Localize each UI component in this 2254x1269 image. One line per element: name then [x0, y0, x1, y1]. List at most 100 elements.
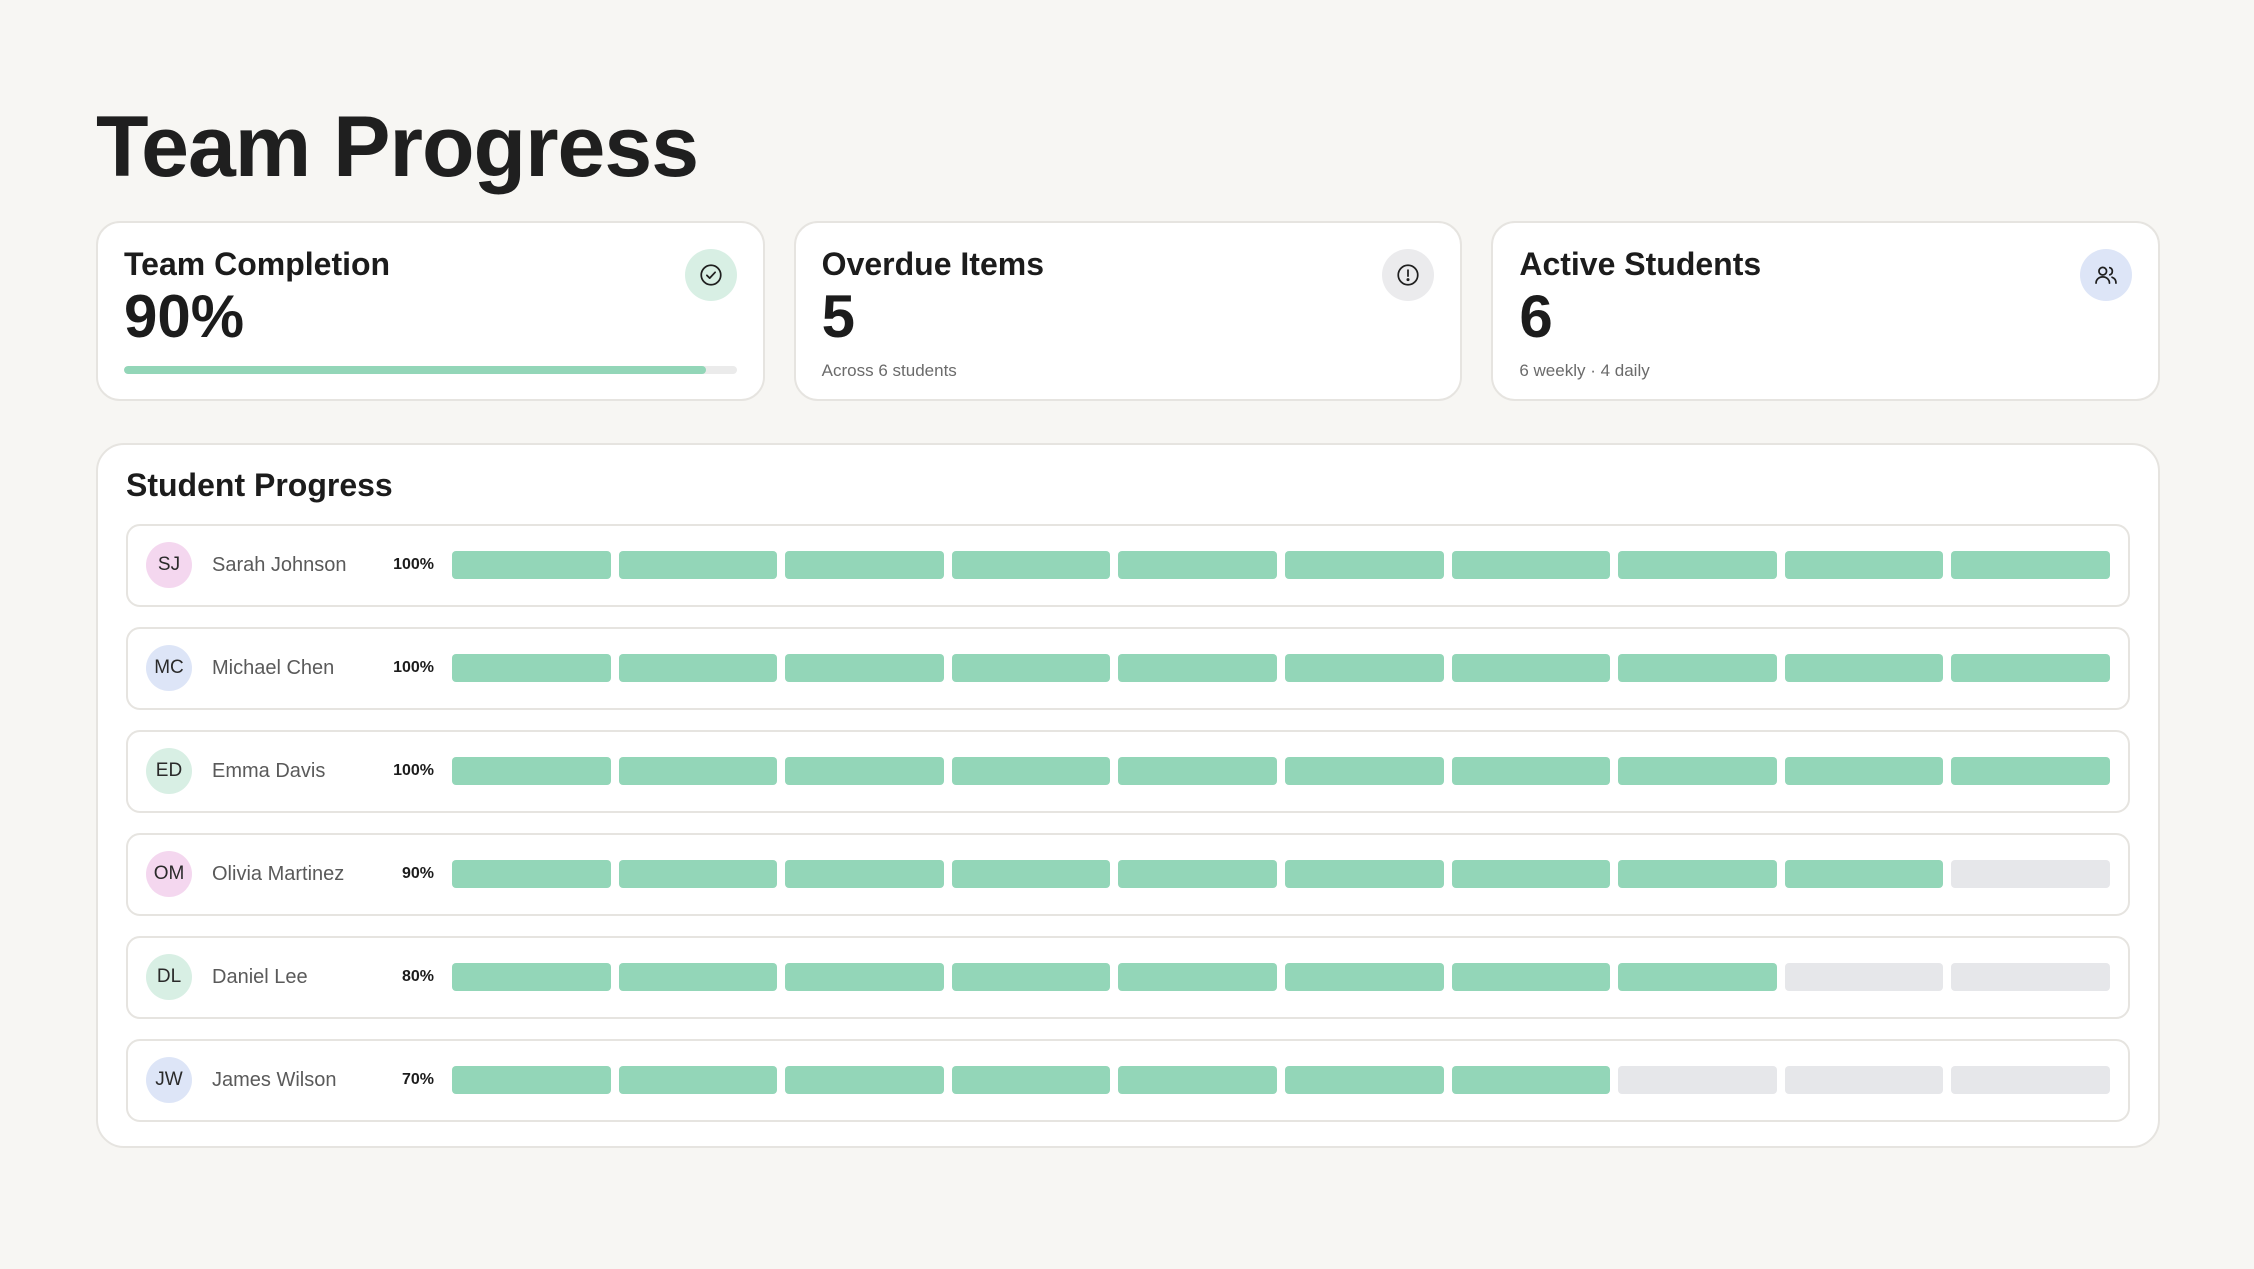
- avatar: OM: [146, 851, 192, 898]
- student-name: James Wilson: [212, 1068, 337, 1091]
- progress-segment-complete: [1284, 963, 1444, 992]
- student-percent: 100%: [393, 556, 434, 574]
- progress-segment-complete: [951, 551, 1111, 580]
- progress-segment-complete: [1618, 654, 1777, 683]
- student-row[interactable]: JW James Wilson 70%: [126, 1038, 2130, 1122]
- progress-segment-complete: [785, 757, 944, 786]
- progress-segment-complete: [1118, 551, 1277, 580]
- avatar: DL: [146, 954, 192, 1001]
- progress-segment-complete: [1118, 963, 1277, 992]
- active-students-value: 6: [1519, 283, 1553, 351]
- progress-segment-complete: [1784, 654, 1944, 683]
- student-row[interactable]: MC Michael Chen 100%: [126, 626, 2130, 710]
- progress-segment-pending: [1951, 860, 2110, 889]
- progress-segment-complete: [785, 1066, 944, 1095]
- active-students-card: Active Students 6 6 weekly · 4 daily: [1491, 221, 2161, 401]
- progress-segment-complete: [618, 963, 778, 992]
- student-percent: 70%: [401, 1071, 434, 1089]
- progress-segments: [452, 757, 2110, 786]
- progress-segment-complete: [618, 1066, 778, 1095]
- progress-segment-complete: [785, 654, 944, 683]
- progress-segment-complete: [1451, 860, 1611, 889]
- student-percent: 100%: [393, 762, 434, 780]
- progress-segment-complete: [1951, 551, 2110, 580]
- student-progress-title: Student Progress: [126, 467, 393, 503]
- progress-segment-complete: [1618, 757, 1777, 786]
- progress-segment-complete: [452, 860, 611, 889]
- progress-segment-complete: [1284, 551, 1444, 580]
- student-row[interactable]: SJ Sarah Johnson 100%: [126, 523, 2130, 607]
- progress-segment-complete: [1618, 963, 1777, 992]
- progress-segment-complete: [785, 963, 944, 992]
- progress-segment-complete: [1284, 1066, 1444, 1095]
- progress-segment-complete: [951, 860, 1111, 889]
- active-students-title: Active Students: [1519, 246, 1762, 282]
- overdue-items-card: Overdue Items 5 Across 6 students: [793, 221, 1463, 401]
- team-completion-title: Team Completion: [124, 246, 391, 282]
- progress-segments: [452, 551, 2110, 580]
- progress-segment-complete: [951, 654, 1111, 683]
- progress-segment-complete: [452, 654, 611, 683]
- avatar: ED: [146, 748, 192, 795]
- avatar: JW: [146, 1057, 192, 1104]
- progress-segment-complete: [951, 757, 1111, 786]
- student-percent: 80%: [401, 968, 434, 986]
- page-title: Team Progress: [96, 99, 699, 195]
- progress-segment-complete: [1784, 757, 1944, 786]
- progress-segments: [452, 654, 2110, 683]
- student-row[interactable]: ED Emma Davis 100%: [126, 729, 2130, 813]
- progress-segment-pending: [1951, 1066, 2110, 1095]
- student-percent: 100%: [393, 659, 434, 677]
- progress-segment-complete: [1951, 757, 2110, 786]
- progress-segments: [452, 963, 2110, 992]
- progress-segment-complete: [452, 1066, 611, 1095]
- progress-segment-complete: [785, 860, 944, 889]
- avatar: MC: [146, 645, 192, 692]
- progress-segment-complete: [1284, 757, 1444, 786]
- progress-segment-complete: [1118, 860, 1277, 889]
- progress-segments: [452, 860, 2110, 889]
- student-name: Michael Chen: [212, 656, 335, 679]
- student-name: Olivia Martinez: [212, 862, 345, 885]
- progress-segment-complete: [1284, 860, 1444, 889]
- overdue-items-subtitle: Across 6 students: [821, 361, 957, 380]
- active-students-subtitle: 6 weekly · 4 daily: [1519, 361, 1650, 380]
- dashboard-page: Team Progress Team Completion 90% Overdu…: [0, 0, 2254, 1269]
- team-completion-card: Team Completion 90%: [96, 221, 765, 401]
- progress-segment-complete: [1451, 551, 1611, 580]
- progress-segment-pending: [1618, 1066, 1777, 1095]
- student-row[interactable]: DL Daniel Lee 80%: [126, 935, 2130, 1019]
- progress-segment-complete: [951, 963, 1111, 992]
- student-list: SJ Sarah Johnson 100% MC Michael Chen 100% ED E…: [126, 523, 2130, 1122]
- progress-segment-complete: [1618, 860, 1777, 889]
- users-icon: [2080, 249, 2133, 301]
- alert-circle-icon: [1382, 249, 1435, 301]
- overdue-items-title: Overdue Items: [821, 246, 1044, 282]
- progress-segment-complete: [1451, 1066, 1611, 1095]
- progress-segment-complete: [785, 551, 944, 580]
- team-completion-progress: [124, 366, 737, 374]
- summary-cards: Team Completion 90% Overdue Items 5 Acro…: [96, 221, 2161, 401]
- student-progress-panel: Student Progress SJ Sarah Johnson 100% MC Mi…: [96, 443, 2160, 1148]
- student-row[interactable]: OM Olivia Martinez 90%: [126, 832, 2130, 916]
- overdue-items-value: 5: [821, 283, 856, 351]
- progress-segment-complete: [1784, 551, 1944, 580]
- progress-segment-complete: [1451, 757, 1611, 786]
- progress-segment-pending: [1784, 963, 1944, 992]
- avatar: SJ: [146, 542, 192, 589]
- team-completion-value: 90%: [124, 283, 245, 351]
- progress-segment-pending: [1784, 1066, 1944, 1095]
- progress-segment-complete: [1118, 757, 1277, 786]
- check-circle-icon: [684, 249, 737, 301]
- student-name: Sarah Johnson: [212, 553, 347, 576]
- progress-segment-complete: [618, 654, 778, 683]
- progress-segment-complete: [1118, 1066, 1277, 1095]
- progress-segment-complete: [452, 963, 611, 992]
- progress-segments: [452, 1066, 2110, 1095]
- progress-segment-complete: [1618, 551, 1777, 580]
- team-completion-progress-fill: [124, 366, 707, 374]
- progress-segment-complete: [618, 551, 778, 580]
- progress-segment-complete: [452, 757, 611, 786]
- progress-segment-pending: [1951, 963, 2110, 992]
- progress-segment-complete: [951, 1066, 1111, 1095]
